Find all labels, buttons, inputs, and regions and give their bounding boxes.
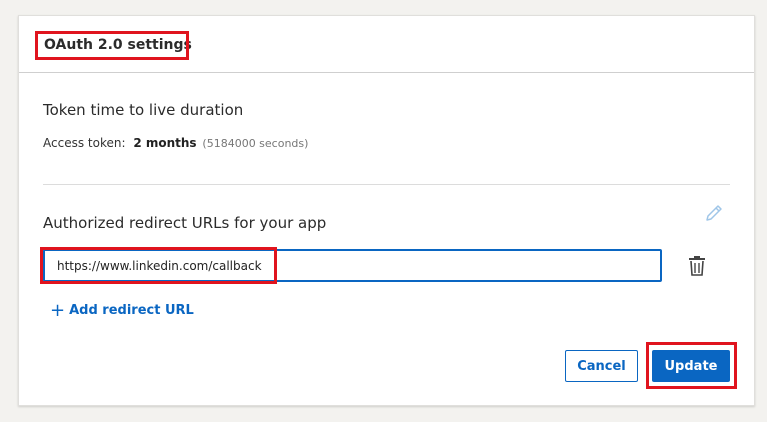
update-highlight-box bbox=[646, 342, 737, 389]
card-header: OAuth 2.0 settings bbox=[19, 16, 754, 73]
access-token-row: Access token: 2 months (5184000 seconds) bbox=[43, 136, 308, 150]
plus-icon: + bbox=[50, 300, 66, 321]
access-token-seconds: (5184000 seconds) bbox=[202, 137, 309, 150]
cancel-button[interactable]: Cancel bbox=[565, 350, 638, 382]
access-token-label: Access token: bbox=[43, 136, 126, 150]
title-highlight-box bbox=[35, 31, 189, 60]
add-redirect-url-label: Add redirect URL bbox=[69, 303, 194, 318]
access-token-value: 2 months bbox=[133, 136, 197, 150]
pencil-icon[interactable] bbox=[703, 202, 725, 224]
trash-icon[interactable] bbox=[686, 254, 708, 278]
url-highlight-box bbox=[40, 247, 277, 284]
redirect-urls-heading: Authorized redirect URLs for your app bbox=[43, 214, 327, 232]
add-redirect-url-link[interactable]: + Add redirect URL bbox=[50, 300, 194, 321]
oauth-settings-card: OAuth 2.0 settings Token time to live du… bbox=[18, 15, 755, 406]
token-ttl-heading: Token time to live duration bbox=[43, 101, 244, 119]
section-divider bbox=[43, 184, 730, 185]
